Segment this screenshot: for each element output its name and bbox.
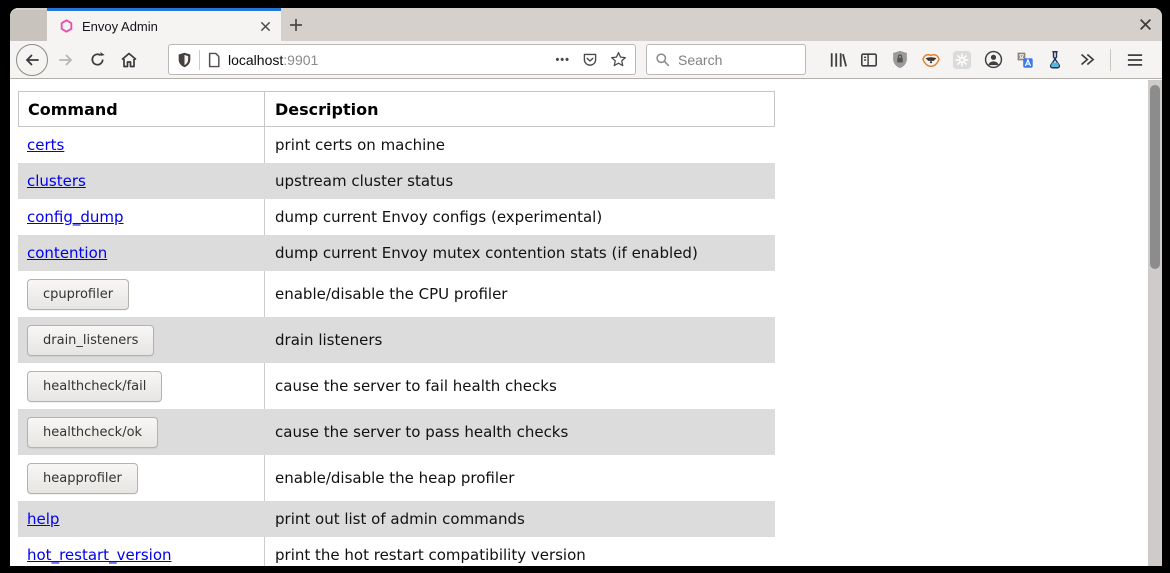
command-cell: clusters bbox=[18, 163, 265, 199]
command-description: enable/disable the heap profiler bbox=[265, 455, 775, 501]
table-row-contention: contention dump current Envoy mutex conte… bbox=[18, 235, 775, 271]
home-button[interactable] bbox=[115, 51, 143, 69]
tab-bar: Envoy Admin bbox=[10, 8, 1162, 41]
table-header-command: Command bbox=[18, 91, 265, 127]
command-button-drain-listeners[interactable]: drain_listeners bbox=[27, 325, 154, 356]
command-button-heapprofiler[interactable]: heapprofiler bbox=[27, 463, 138, 494]
account-icon[interactable] bbox=[983, 50, 1003, 70]
back-button[interactable] bbox=[16, 44, 48, 76]
titlebar-spacer bbox=[10, 10, 47, 41]
url-text: localhost:9901 bbox=[228, 52, 318, 68]
admin-command-table: Command Description certs print certs on … bbox=[18, 91, 775, 566]
shield-lock-extension-icon[interactable] bbox=[890, 50, 910, 70]
command-button-healthcheck-ok[interactable]: healthcheck/ok bbox=[27, 417, 158, 448]
command-button-healthcheck-fail[interactable]: healthcheck/fail bbox=[27, 371, 162, 402]
command-button-cpuprofiler[interactable]: cpuprofiler bbox=[27, 279, 129, 310]
command-cell: healthcheck/fail bbox=[18, 363, 265, 409]
command-link-config-dump[interactable]: config_dump bbox=[27, 208, 124, 226]
command-description: print the hot restart compatibility vers… bbox=[265, 537, 775, 566]
translate-extension-icon[interactable] bbox=[1014, 50, 1034, 70]
command-link-contention[interactable]: contention bbox=[27, 244, 107, 262]
menu-hamburger-icon[interactable] bbox=[1125, 50, 1145, 70]
navigation-toolbar: localhost:9901 ••• Search bbox=[10, 41, 1162, 79]
page-info-icon[interactable] bbox=[207, 52, 221, 68]
snowflake-extension-icon[interactable] bbox=[952, 50, 972, 70]
url-bar[interactable]: localhost:9901 ••• bbox=[168, 44, 636, 75]
command-link-help[interactable]: help bbox=[27, 510, 59, 528]
bookmark-star-icon[interactable] bbox=[610, 51, 627, 68]
table-row-healthcheck-fail: healthcheck/fail cause the server to fail… bbox=[18, 363, 775, 409]
pocket-icon[interactable] bbox=[582, 52, 598, 68]
search-icon bbox=[655, 52, 670, 67]
page-content: Command Description certs print certs on … bbox=[10, 80, 1162, 566]
command-description: drain listeners bbox=[265, 317, 775, 363]
command-cell: drain_listeners bbox=[18, 317, 265, 363]
envoy-favicon-icon bbox=[60, 19, 73, 33]
table-row-healthcheck-ok: healthcheck/ok cause the server to pass h… bbox=[18, 409, 775, 455]
tab-close-icon[interactable] bbox=[260, 21, 271, 32]
command-cell: healthcheck/ok bbox=[18, 409, 265, 455]
sidebar-toggle-icon[interactable] bbox=[859, 50, 879, 70]
table-header-row: Command Description bbox=[18, 91, 775, 127]
command-link-clusters[interactable]: clusters bbox=[27, 172, 86, 190]
table-row-clusters: clusters upstream cluster status bbox=[18, 163, 775, 199]
urlbar-separator bbox=[199, 50, 200, 70]
table-row-drain-listeners: drain_listeners drain listeners bbox=[18, 317, 775, 363]
tracking-protection-shield-icon[interactable] bbox=[177, 52, 192, 68]
command-cell: hot_restart_version bbox=[18, 537, 265, 566]
command-description: print certs on machine bbox=[265, 127, 775, 163]
new-tab-button[interactable] bbox=[281, 8, 311, 41]
command-description: cause the server to pass health checks bbox=[265, 409, 775, 455]
table-row-help: help print out list of admin commands bbox=[18, 501, 775, 537]
command-cell: contention bbox=[18, 235, 265, 271]
command-cell: help bbox=[18, 501, 265, 537]
command-cell: cpuprofiler bbox=[18, 271, 265, 317]
url-host: localhost bbox=[228, 52, 283, 68]
browser-window: Envoy Admin bbox=[10, 8, 1162, 566]
table-header-description: Description bbox=[265, 91, 775, 127]
command-cell: config_dump bbox=[18, 199, 265, 235]
scrollbar-thumb[interactable] bbox=[1150, 85, 1160, 269]
command-description: upstream cluster status bbox=[265, 163, 775, 199]
reload-button[interactable] bbox=[83, 51, 111, 68]
table-row-certs: certs print certs on machine bbox=[18, 127, 775, 163]
command-description: cause the server to fail health checks bbox=[265, 363, 775, 409]
page-scrollbar[interactable] bbox=[1148, 80, 1162, 566]
page-actions-icon[interactable]: ••• bbox=[555, 54, 570, 66]
command-link-hot-restart-version[interactable]: hot_restart_version bbox=[27, 546, 172, 564]
command-description: dump current Envoy configs (experimental… bbox=[265, 199, 775, 235]
command-description: dump current Envoy mutex contention stat… bbox=[265, 235, 775, 271]
overflow-chevron-icon[interactable] bbox=[1076, 50, 1096, 70]
fox-extension-icon[interactable] bbox=[921, 50, 941, 70]
library-icon[interactable] bbox=[828, 50, 848, 70]
command-cell: certs bbox=[18, 127, 265, 163]
forward-button[interactable] bbox=[53, 51, 79, 69]
tab-title: Envoy Admin bbox=[82, 19, 158, 34]
toolbar-separator bbox=[1110, 49, 1111, 71]
window-close-button[interactable] bbox=[1139, 8, 1152, 41]
command-description: print out list of admin commands bbox=[265, 501, 775, 537]
table-body: certs print certs on machine clusters upstr… bbox=[18, 127, 775, 566]
table-row-heapprofiler: heapprofiler enable/disable the heap prof… bbox=[18, 455, 775, 501]
url-port: :9901 bbox=[283, 52, 318, 68]
search-bar[interactable]: Search bbox=[646, 44, 806, 75]
search-placeholder: Search bbox=[678, 52, 722, 68]
command-cell: heapprofiler bbox=[18, 455, 265, 501]
table-row-hot-restart-version: hot_restart_version print the hot restart… bbox=[18, 537, 775, 566]
flask-extension-icon[interactable] bbox=[1045, 50, 1065, 70]
command-description: enable/disable the CPU profiler bbox=[265, 271, 775, 317]
command-link-certs[interactable]: certs bbox=[27, 136, 64, 154]
table-row-config-dump: config_dump dump current Envoy configs (e… bbox=[18, 199, 775, 235]
tab-envoy-admin[interactable]: Envoy Admin bbox=[47, 8, 281, 41]
table-row-cpuprofiler: cpuprofiler enable/disable the CPU profil… bbox=[18, 271, 775, 317]
